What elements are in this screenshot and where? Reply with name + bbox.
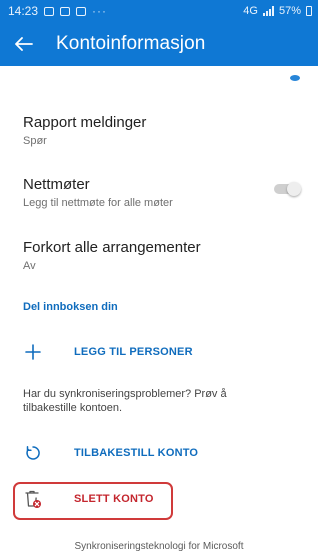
add-people-label: LEGG TIL PERSONER	[74, 346, 193, 358]
setting-value: Spør	[23, 135, 47, 147]
setting-value: Av	[23, 260, 36, 272]
reset-account-button[interactable]: TILBAKESTILL KONTO	[23, 443, 198, 463]
page-title: Kontoinformasjon	[56, 33, 206, 54]
add-people-button[interactable]: LEGG TIL PERSONER	[23, 342, 193, 362]
app-bar: Kontoinformasjon	[0, 22, 318, 66]
arrow-left-icon	[15, 37, 33, 51]
setting-online-meetings[interactable]: Nettmøter Legg til nettmøte for alle møt…	[23, 176, 298, 209]
setting-title: Rapport meldinger	[23, 114, 147, 131]
refresh-icon	[23, 443, 43, 463]
online-meetings-toggle[interactable]	[274, 182, 301, 196]
setting-report-messages[interactable]: Rapport meldinger Spør	[23, 114, 298, 147]
share-inbox-header: Del innboksen din	[23, 301, 118, 313]
setting-value: Legg til nettmøte for alle møter	[23, 197, 173, 209]
toggle-knob	[287, 182, 301, 196]
reset-account-label: TILBAKESTILL KONTO	[74, 447, 199, 459]
more-notifications-indicator: ···	[92, 4, 108, 18]
network-type: 4G	[243, 5, 258, 17]
status-time: 14:23	[8, 4, 39, 18]
battery-icon	[306, 6, 312, 16]
plus-icon	[23, 342, 43, 362]
gallery-notification-icon	[44, 6, 55, 16]
trash-delete-icon	[23, 489, 43, 509]
battery-percent: 57%	[278, 5, 301, 17]
status-left: 14:23 ···	[8, 4, 107, 18]
signal-icon	[262, 6, 274, 16]
footer-text: Synkroniseringsteknologi for Microsoft	[74, 541, 244, 552]
setting-title: Nettmøter	[23, 176, 90, 193]
sync-hint: Har du synkroniseringsproblemer? Prøv å …	[23, 388, 227, 414]
back-button[interactable]	[12, 32, 36, 56]
mail-notification-icon	[60, 6, 71, 16]
setting-title: Forkort alle arrangementer	[23, 239, 201, 256]
setting-shorten-events[interactable]: Forkort alle arrangementer Av	[23, 239, 298, 272]
delete-account-button[interactable]: SLETT KONTO	[23, 489, 154, 509]
delete-account-label: SLETT KONTO	[74, 493, 154, 505]
status-right: 4G 57%	[243, 5, 312, 17]
scroll-indicator	[290, 75, 300, 81]
status-bar: 14:23 ··· 4G 57%	[0, 0, 318, 22]
message-notification-icon	[76, 6, 87, 16]
